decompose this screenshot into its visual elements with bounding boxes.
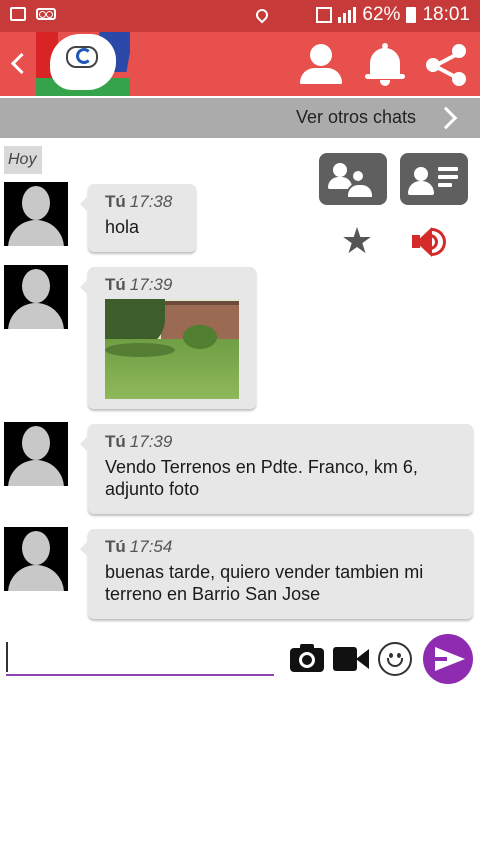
battery-icon (406, 7, 417, 23)
message-author: Tú (105, 275, 126, 294)
other-chats-label: Ver otros chats (295, 107, 416, 127)
back-icon[interactable] (4, 46, 32, 82)
signal-icon (338, 7, 357, 23)
status-bar: 62% 18:01 (0, 0, 480, 32)
send-button[interactable] (423, 634, 473, 684)
mute-icon (276, 7, 290, 23)
wifi-icon (296, 7, 310, 23)
group-button[interactable] (319, 153, 387, 205)
message-time: 17:39 (129, 275, 173, 294)
contact-card-button[interactable] (400, 153, 468, 205)
message-bubble[interactable]: Tú 17:39 Vendo Terrenos en Pdte. Franco, … (80, 424, 473, 514)
camera-icon[interactable] (290, 644, 324, 674)
battery-percent: 62% (362, 4, 401, 25)
sim-icon (316, 7, 333, 23)
message-time: 17:54 (129, 537, 173, 556)
chevron-right-icon (434, 106, 458, 130)
app-bar (0, 32, 480, 96)
message-author: Tú (105, 537, 126, 556)
avatar (4, 422, 68, 486)
message-time: 17:39 (129, 432, 173, 451)
bell-icon[interactable] (362, 42, 408, 88)
message-bubble[interactable]: Tú 17:38 hola (80, 184, 196, 252)
message-author: Tú (105, 432, 126, 451)
avatar (4, 527, 68, 591)
video-icon[interactable] (333, 647, 369, 671)
share-icon[interactable] (424, 42, 470, 88)
message-author: Tú (105, 192, 126, 211)
message-text: hola (105, 217, 140, 237)
message-bubble[interactable]: Tú 17:54 buenas tarde, quiero vender tamb… (80, 529, 473, 619)
avatar (4, 265, 68, 329)
message-input[interactable] (6, 640, 274, 676)
message-text: buenas tarde, quiero vender tambien mi t… (105, 562, 424, 604)
emoji-icon[interactable] (378, 642, 412, 676)
image-icon (10, 7, 26, 21)
date-label: Hoy (4, 146, 42, 174)
person-icon[interactable] (298, 42, 344, 88)
message-text: Vendo Terrenos en Pdte. Franco, km 6, ad… (105, 457, 418, 499)
text-cursor (6, 642, 8, 672)
other-chats-bar[interactable]: Ver otros chats (0, 98, 480, 138)
voicemail-icon (36, 8, 56, 20)
message-time: 17:38 (129, 192, 173, 211)
message-bubble[interactable]: Tú 17:39 (80, 267, 256, 409)
clock: 18:01 (422, 4, 470, 25)
location-icon (253, 6, 271, 24)
star-icon[interactable]: ★ (340, 223, 374, 259)
avatar (4, 182, 68, 246)
message-image[interactable] (105, 299, 239, 399)
speaker-icon[interactable] (410, 226, 450, 258)
logo (36, 32, 130, 96)
